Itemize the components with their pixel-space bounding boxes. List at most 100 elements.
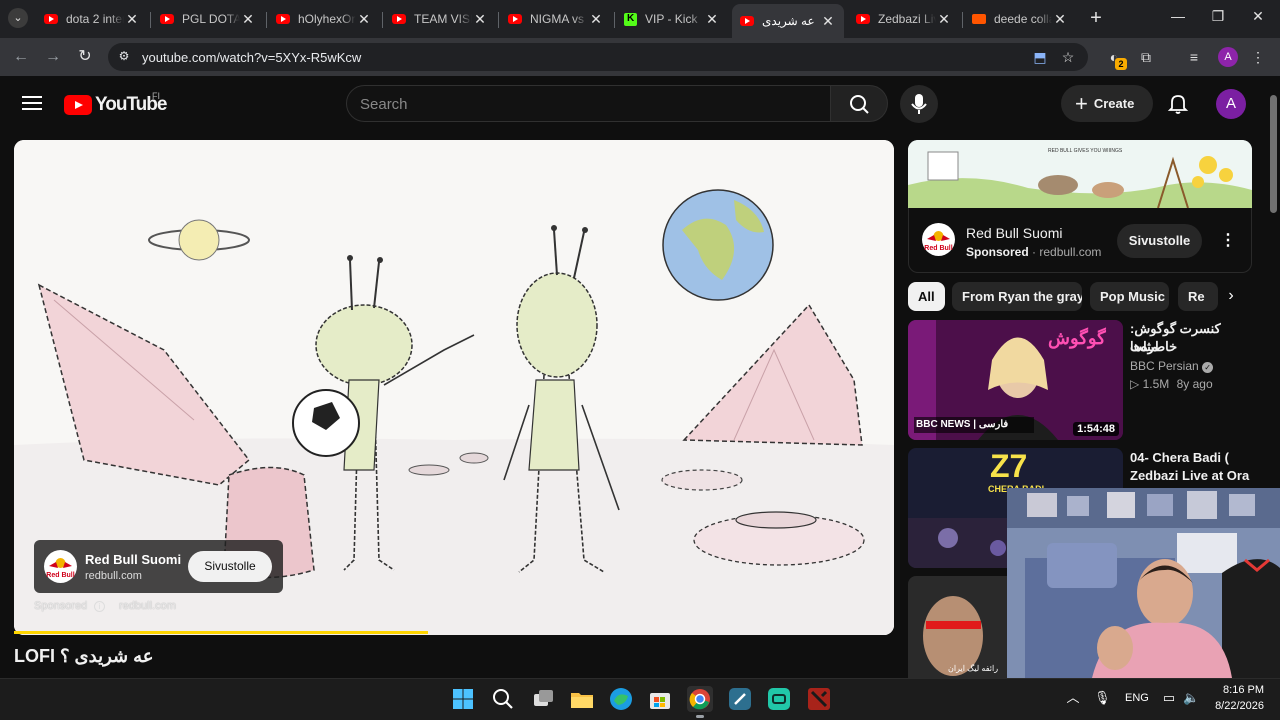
minimize-window-button[interactable]: — xyxy=(1168,8,1188,24)
close-tab-icon[interactable]: ✕ xyxy=(936,11,952,28)
chip-from-ryan-the-gray[interactable]: From Ryan the gray xyxy=(952,282,1082,311)
tab-search-button[interactable]: ⌄ xyxy=(8,8,28,28)
microphone-icon[interactable]: 🎙 xyxy=(1094,690,1111,706)
edge-icon[interactable] xyxy=(608,686,634,712)
tab-divider xyxy=(266,12,267,28)
clock-time[interactable]: 8:16 PM xyxy=(1204,684,1264,696)
microsoft-store-icon[interactable] xyxy=(647,686,673,712)
upload-age: 8y ago xyxy=(1176,377,1213,391)
tab-divider xyxy=(614,12,615,28)
channel-name[interactable]: BBC Persian ✓ xyxy=(1130,357,1214,375)
tab-title: VIP - Kick xyxy=(645,12,698,26)
video-stats: ▷ 1.5M 8y ago xyxy=(1130,375,1213,393)
browser-tab[interactable]: VIP - Kick ✕ xyxy=(616,4,728,34)
youtube-favicon-icon xyxy=(276,14,290,24)
browser-menu-icon[interactable]: ⋮ xyxy=(1248,47,1268,67)
search-button[interactable] xyxy=(830,85,888,122)
page-scrollbar[interactable] xyxy=(1270,95,1277,213)
vpn-app-icon[interactable] xyxy=(727,686,753,712)
video-title: عه شریدی ؟ LOFI xyxy=(14,646,154,666)
ad-channel-name: Red Bull Suomi xyxy=(85,552,182,567)
close-tab-icon[interactable]: ✕ xyxy=(588,11,604,28)
restore-window-button[interactable]: ❐ xyxy=(1208,8,1228,25)
account-avatar[interactable]: A xyxy=(1216,89,1246,119)
clock-date[interactable]: 8/22/2026 xyxy=(1204,700,1264,712)
reload-button[interactable]: ↻ xyxy=(74,46,96,68)
video-thumbnail[interactable]: گوگوش BBC NEWS | فارسی 1:54:48 xyxy=(908,320,1123,440)
volume-icon[interactable]: 🔈 xyxy=(1183,690,1199,706)
url-text[interactable]: youtube.com/watch?v=5XYx-R5wKcw xyxy=(142,50,361,65)
dota2-icon[interactable] xyxy=(806,686,832,712)
forward-button[interactable]: → xyxy=(42,46,64,68)
chrome-icon[interactable] xyxy=(687,686,713,718)
input-language[interactable]: ENG xyxy=(1125,692,1149,704)
search-icon[interactable] xyxy=(490,686,516,712)
browser-tab-active[interactable]: عه شریدی ✕ xyxy=(732,4,844,38)
video-progress-fill xyxy=(14,631,428,634)
browser-tab[interactable]: deede collab ✕ xyxy=(964,4,1076,34)
chevron-right-icon[interactable]: › xyxy=(1220,284,1242,308)
chip-more[interactable]: Re xyxy=(1178,282,1218,311)
ad-info-icon[interactable]: i xyxy=(94,601,105,612)
close-tab-icon[interactable]: ✕ xyxy=(356,11,372,28)
thumbnail-overlay-title: Z7 xyxy=(990,448,1028,484)
voice-search-button[interactable] xyxy=(900,85,938,123)
tab-title: dota 2 international xyxy=(66,12,124,26)
ad-sponsor-domain[interactable]: redbull.com xyxy=(119,600,176,612)
close-tab-icon[interactable]: ✕ xyxy=(704,11,720,28)
file-explorer-icon[interactable] xyxy=(569,686,595,712)
close-tab-icon[interactable]: ✕ xyxy=(124,11,140,28)
xbox-app-icon[interactable] xyxy=(766,686,792,712)
create-button[interactable]: + Create xyxy=(1061,85,1153,122)
browser-tab[interactable]: hOlyhexOr ✕ xyxy=(268,4,380,34)
install-app-icon[interactable]: ⬒ xyxy=(1030,47,1050,67)
view-count: 1.5M xyxy=(1142,377,1170,391)
tab-divider xyxy=(498,12,499,28)
browser-tab[interactable]: NIGMA vs ✕ xyxy=(500,4,612,34)
close-tab-icon[interactable]: ✕ xyxy=(240,11,256,28)
close-tab-icon[interactable]: ✕ xyxy=(472,11,488,28)
sidebar-ad-visit-button[interactable]: Sivustolle xyxy=(1117,224,1202,258)
hamburger-menu-icon[interactable] xyxy=(22,93,42,113)
svg-text:Red Bull: Red Bull xyxy=(46,572,74,579)
windows-start-icon[interactable] xyxy=(450,686,476,712)
task-view-icon[interactable] xyxy=(530,686,556,712)
video-title-line[interactable]: خاطره‌ها xyxy=(1130,338,1240,356)
media-controls-icon[interactable]: ≡ xyxy=(1184,47,1204,67)
windows-taskbar xyxy=(0,678,1280,720)
back-button[interactable]: ← xyxy=(10,46,32,68)
search-input[interactable] xyxy=(360,95,820,113)
bookmark-star-icon[interactable]: ☆ xyxy=(1058,47,1078,67)
browser-tab[interactable]: Zedbazi Live ✕ xyxy=(848,4,960,34)
ad-overlay-card[interactable]: Red Bull Red Bull Suomi redbull.com Sivu… xyxy=(34,540,283,593)
browser-tab[interactable]: PGL DOTA 2 ✕ xyxy=(152,4,264,34)
chip-all[interactable]: All xyxy=(908,282,945,311)
extensions-puzzle-icon[interactable]: ⧉ xyxy=(1136,47,1156,67)
sidebar-ad-banner[interactable]: RED BULL GIVES YOU WIIINGS xyxy=(908,140,1252,208)
close-tab-icon[interactable]: ✕ xyxy=(1052,11,1068,28)
chevron-up-icon[interactable]: ︿ xyxy=(1065,690,1081,706)
tab-divider xyxy=(382,12,383,28)
site-info-icon[interactable]: ⚙ xyxy=(116,49,132,65)
tab-title: deede collab xyxy=(994,12,1052,26)
close-window-button[interactable]: ✕ xyxy=(1248,8,1268,25)
network-icon[interactable]: ▭ xyxy=(1161,690,1177,706)
new-tab-button[interactable]: + xyxy=(1086,7,1106,30)
country-code: FI xyxy=(152,91,160,101)
channel-name-text: BBC Persian xyxy=(1130,359,1199,373)
browser-profile-avatar[interactable]: A xyxy=(1218,47,1238,67)
close-tab-icon[interactable]: ✕ xyxy=(820,13,836,30)
ad-visit-site-button[interactable]: Sivustolle xyxy=(188,551,272,582)
more-options-icon[interactable]: ⋮ xyxy=(1220,232,1236,250)
notifications-bell-icon[interactable] xyxy=(1166,91,1190,115)
video-title-line[interactable]: Zedbazi Live at Ora xyxy=(1130,467,1249,485)
youtube-favicon-icon xyxy=(44,14,58,24)
video-progress-bar[interactable] xyxy=(14,631,894,634)
browser-tab[interactable]: dota 2 international ✕ xyxy=(36,4,148,34)
sidebar-ad-channel-name[interactable]: Red Bull Suomi xyxy=(966,225,1063,241)
search-icon xyxy=(850,95,869,114)
browser-tab[interactable]: TEAM VISION ✕ xyxy=(384,4,496,34)
chip-pop-music[interactable]: Pop Music xyxy=(1090,282,1169,311)
extension-badge: 2 xyxy=(1115,58,1127,70)
video-title-line[interactable]: 04- Chera Badi ( xyxy=(1130,449,1229,467)
